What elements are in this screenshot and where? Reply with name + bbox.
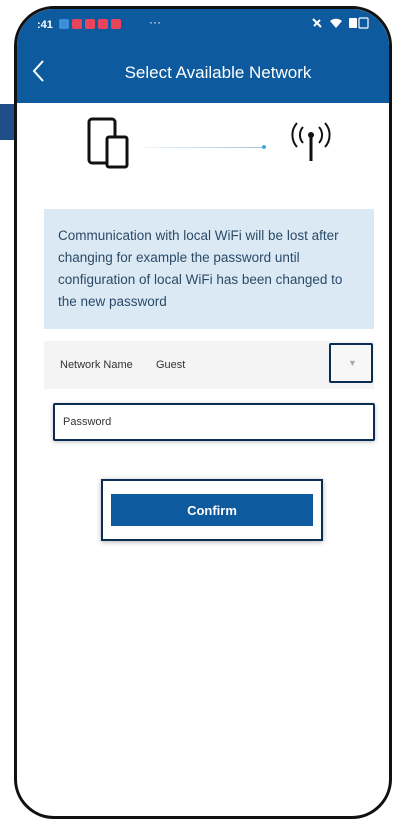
network-dropdown-button[interactable]: ▼ — [329, 343, 373, 383]
notification-icon — [59, 19, 69, 29]
caret-down-icon: ▼ — [348, 358, 357, 368]
more-notifications: ··· — [149, 15, 161, 29]
network-select[interactable]: Network Name Guest — [44, 341, 374, 389]
wifi-antenna-icon — [291, 122, 331, 161]
network-name-value: Guest — [156, 359, 186, 371]
notification-icon — [98, 19, 108, 29]
phone-frame: :41 ··· Select Available Network Communi… — [14, 6, 392, 819]
notification-icon — [111, 19, 121, 29]
phone-tablet-icon — [87, 117, 129, 169]
status-time: :41 — [37, 19, 53, 31]
info-message: Communication with local WiFi will be lo… — [44, 209, 374, 329]
status-bar: :41 ··· — [17, 9, 389, 43]
password-field[interactable] — [53, 403, 375, 441]
battery-icon — [349, 17, 369, 29]
notification-icons — [59, 19, 121, 29]
notification-icon — [72, 19, 82, 29]
page-title: Select Available Network — [124, 63, 312, 82]
network-name-label: Network Name — [60, 359, 133, 371]
status-icons — [311, 17, 369, 29]
connection-dot — [262, 145, 266, 149]
password-input[interactable] — [55, 405, 373, 439]
connection-line — [145, 147, 265, 148]
app-bar: Select Available Network — [17, 43, 389, 103]
mute-icon — [312, 18, 322, 28]
confirm-button-highlight: Confirm — [101, 479, 323, 541]
confirm-button[interactable]: Confirm — [111, 494, 313, 526]
notification-icon — [85, 19, 95, 29]
wifi-icon — [330, 18, 342, 28]
